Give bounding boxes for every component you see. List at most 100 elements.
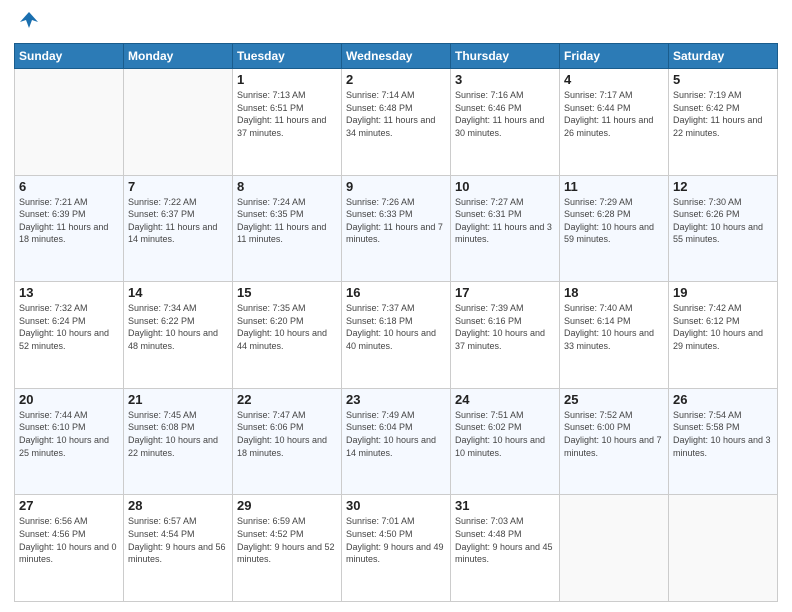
day-info: Sunrise: 7:51 AM Sunset: 6:02 PM Dayligh… (455, 409, 555, 459)
day-number: 16 (346, 285, 446, 300)
day-number: 4 (564, 72, 664, 87)
day-number: 7 (128, 179, 228, 194)
table-row: 7Sunrise: 7:22 AM Sunset: 6:37 PM Daylig… (124, 175, 233, 282)
day-info: Sunrise: 6:57 AM Sunset: 4:54 PM Dayligh… (128, 515, 228, 565)
day-number: 25 (564, 392, 664, 407)
calendar-week-row: 13 Sunrise: 7:32 AM Sunset: 6:24 PM Dayli… (15, 282, 778, 389)
day-number: 19 (673, 285, 773, 300)
day-number: 27 (19, 498, 119, 513)
day-info: Sunrise: 7:54 AM Sunset: 5:58 PM Dayligh… (673, 409, 773, 459)
calendar-header-row: Sunday Monday Tuesday Wednesday Thursday… (15, 44, 778, 69)
day-info: Sunrise: 7:49 AM Sunset: 6:04 PM Dayligh… (346, 409, 446, 459)
table-row: 31 Sunrise: 7:03 AM Sunset: 4:48 PM Dayli… (451, 495, 560, 602)
table-row: 8 Sunrise: 7:24 AM Sunset: 6:35 PM Daylig… (233, 175, 342, 282)
table-row: 13 Sunrise: 7:32 AM Sunset: 6:24 PM Dayli… (15, 282, 124, 389)
table-row: 18Sunrise: 7:40 AM Sunset: 6:14 PM Dayli… (560, 282, 669, 389)
calendar-week-row: 20 Sunrise: 7:44 AM Sunset: 6:10 PM Dayli… (15, 388, 778, 495)
table-row: 10 Sunrise: 7:27 AM Sunset: 6:31 PM Dayli… (451, 175, 560, 282)
table-row: 6 Sunrise: 7:21 AM Sunset: 6:39 PM Daylig… (15, 175, 124, 282)
calendar-table: Sunday Monday Tuesday Wednesday Thursday… (14, 43, 778, 602)
header (14, 10, 778, 37)
day-number: 15 (237, 285, 337, 300)
day-info: Sunrise: 7:27 AM Sunset: 6:31 PM Dayligh… (455, 196, 555, 246)
day-info: Sunrise: 7:42 AM Sunset: 6:12 PM Dayligh… (673, 302, 773, 352)
day-number: 12 (673, 179, 773, 194)
table-row: 12 Sunrise: 7:30 AM Sunset: 6:26 PM Dayli… (669, 175, 778, 282)
table-row: 14 Sunrise: 7:34 AM Sunset: 6:22 PM Dayli… (124, 282, 233, 389)
table-row: 25 Sunrise: 7:52 AM Sunset: 6:00 PM Dayli… (560, 388, 669, 495)
day-info: Sunrise: 7:37 AM Sunset: 6:18 PM Dayligh… (346, 302, 446, 352)
day-number: 13 (19, 285, 119, 300)
day-number: 17 (455, 285, 555, 300)
day-info: Sunrise: 7:26 AM Sunset: 6:33 PM Dayligh… (346, 196, 446, 246)
day-info: Sunrise: 7:35 AM Sunset: 6:20 PM Dayligh… (237, 302, 337, 352)
day-info: Sunrise: 7:34 AM Sunset: 6:22 PM Dayligh… (128, 302, 228, 352)
col-thursday: Thursday (451, 44, 560, 69)
day-number: 31 (455, 498, 555, 513)
table-row: 23 Sunrise: 7:49 AM Sunset: 6:04 PM Dayli… (342, 388, 451, 495)
day-info: Sunrise: 7:29 AM Sunset: 6:28 PM Dayligh… (564, 196, 664, 246)
day-number: 20 (19, 392, 119, 407)
table-row: 27 Sunrise: 6:56 AM Sunset: 4:56 PM Dayli… (15, 495, 124, 602)
table-row: 24 Sunrise: 7:51 AM Sunset: 6:02 PM Dayli… (451, 388, 560, 495)
day-info: Sunrise: 7:47 AM Sunset: 6:06 PM Dayligh… (237, 409, 337, 459)
col-friday: Friday (560, 44, 669, 69)
day-info: Sunrise: 7:16 AM Sunset: 6:46 PM Dayligh… (455, 89, 555, 139)
day-number: 21 (128, 392, 228, 407)
table-row (560, 495, 669, 602)
day-number: 23 (346, 392, 446, 407)
table-row: 2 Sunrise: 7:14 AM Sunset: 6:48 PM Daylig… (342, 69, 451, 176)
day-info: Sunrise: 6:56 AM Sunset: 4:56 PM Dayligh… (19, 515, 119, 565)
table-row: 5 Sunrise: 7:19 AM Sunset: 6:42 PM Daylig… (669, 69, 778, 176)
calendar-week-row: 1Sunrise: 7:13 AM Sunset: 6:51 PM Daylig… (15, 69, 778, 176)
day-info: Sunrise: 7:44 AM Sunset: 6:10 PM Dayligh… (19, 409, 119, 459)
day-number: 14 (128, 285, 228, 300)
day-info: Sunrise: 7:14 AM Sunset: 6:48 PM Dayligh… (346, 89, 446, 139)
calendar-week-row: 27 Sunrise: 6:56 AM Sunset: 4:56 PM Dayli… (15, 495, 778, 602)
day-number: 2 (346, 72, 446, 87)
day-info: Sunrise: 7:52 AM Sunset: 6:00 PM Dayligh… (564, 409, 664, 459)
col-saturday: Saturday (669, 44, 778, 69)
table-row (124, 69, 233, 176)
day-info: Sunrise: 7:30 AM Sunset: 6:26 PM Dayligh… (673, 196, 773, 246)
table-row: 21Sunrise: 7:45 AM Sunset: 6:08 PM Dayli… (124, 388, 233, 495)
day-number: 8 (237, 179, 337, 194)
col-monday: Monday (124, 44, 233, 69)
day-info: Sunrise: 7:17 AM Sunset: 6:44 PM Dayligh… (564, 89, 664, 139)
day-info: Sunrise: 7:03 AM Sunset: 4:48 PM Dayligh… (455, 515, 555, 565)
day-number: 22 (237, 392, 337, 407)
day-info: Sunrise: 7:21 AM Sunset: 6:39 PM Dayligh… (19, 196, 119, 246)
day-number: 24 (455, 392, 555, 407)
calendar-week-row: 6 Sunrise: 7:21 AM Sunset: 6:39 PM Daylig… (15, 175, 778, 282)
day-info: Sunrise: 7:01 AM Sunset: 4:50 PM Dayligh… (346, 515, 446, 565)
logo-bird-icon (18, 10, 40, 37)
table-row: 15 Sunrise: 7:35 AM Sunset: 6:20 PM Dayli… (233, 282, 342, 389)
day-number: 5 (673, 72, 773, 87)
day-info: Sunrise: 7:32 AM Sunset: 6:24 PM Dayligh… (19, 302, 119, 352)
table-row: 11Sunrise: 7:29 AM Sunset: 6:28 PM Dayli… (560, 175, 669, 282)
table-row: 17 Sunrise: 7:39 AM Sunset: 6:16 PM Dayli… (451, 282, 560, 389)
day-number: 6 (19, 179, 119, 194)
table-row: 28Sunrise: 6:57 AM Sunset: 4:54 PM Dayli… (124, 495, 233, 602)
day-info: Sunrise: 6:59 AM Sunset: 4:52 PM Dayligh… (237, 515, 337, 565)
day-number: 30 (346, 498, 446, 513)
col-wednesday: Wednesday (342, 44, 451, 69)
table-row: 29Sunrise: 6:59 AM Sunset: 4:52 PM Dayli… (233, 495, 342, 602)
table-row: 30 Sunrise: 7:01 AM Sunset: 4:50 PM Dayli… (342, 495, 451, 602)
day-number: 10 (455, 179, 555, 194)
logo (14, 10, 40, 37)
day-info: Sunrise: 7:13 AM Sunset: 6:51 PM Dayligh… (237, 89, 337, 139)
day-number: 3 (455, 72, 555, 87)
col-sunday: Sunday (15, 44, 124, 69)
day-info: Sunrise: 7:39 AM Sunset: 6:16 PM Dayligh… (455, 302, 555, 352)
table-row: 26 Sunrise: 7:54 AM Sunset: 5:58 PM Dayli… (669, 388, 778, 495)
day-info: Sunrise: 7:24 AM Sunset: 6:35 PM Dayligh… (237, 196, 337, 246)
day-number: 18 (564, 285, 664, 300)
table-row (669, 495, 778, 602)
table-row (15, 69, 124, 176)
table-row: 19 Sunrise: 7:42 AM Sunset: 6:12 PM Dayli… (669, 282, 778, 389)
day-info: Sunrise: 7:19 AM Sunset: 6:42 PM Dayligh… (673, 89, 773, 139)
day-number: 26 (673, 392, 773, 407)
table-row: 20 Sunrise: 7:44 AM Sunset: 6:10 PM Dayli… (15, 388, 124, 495)
table-row: 3 Sunrise: 7:16 AM Sunset: 6:46 PM Daylig… (451, 69, 560, 176)
